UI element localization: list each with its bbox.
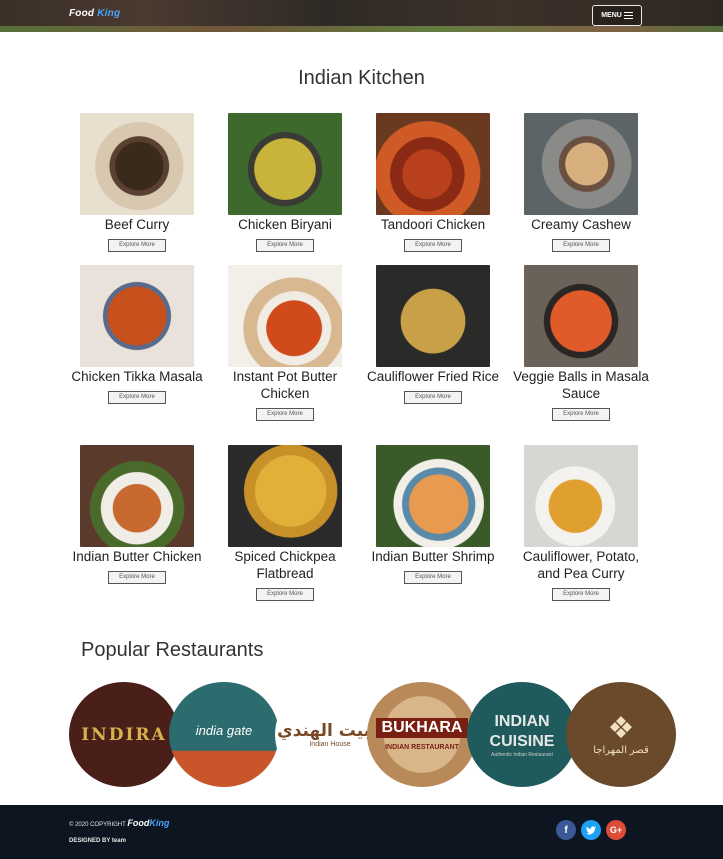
restaurant-logo-india-gate[interactable]: india gate <box>169 682 279 787</box>
dish-card: Chicken Biryani Explore More <box>215 113 355 252</box>
dish-card: Tandoori Chicken Explore More <box>363 113 503 252</box>
dish-photo[interactable] <box>80 265 194 367</box>
dish-card: Veggie Balls in Masala Sauce Explore Mor… <box>511 265 651 421</box>
dish-photo[interactable] <box>80 445 194 547</box>
logo-word-king: King <box>97 8 121 19</box>
dish-card: Beef Curry Explore More <box>67 113 207 252</box>
logo-word-food: Food <box>69 8 95 19</box>
restaurant-logo-text: INDIRA <box>81 724 167 745</box>
dish-name: Veggie Balls in Masala Sauce <box>513 369 649 401</box>
footer-brand-word2: King <box>149 818 170 828</box>
dish-photo[interactable] <box>524 113 638 215</box>
copyright-text: © 2020 COPYRIGHT FoodKing <box>69 818 169 828</box>
explore-more-button[interactable]: Explore More <box>256 239 314 252</box>
explore-more-button[interactable]: Explore More <box>404 391 462 404</box>
twitter-icon[interactable] <box>581 820 601 840</box>
restaurant-logo-maharaja-palace[interactable]: ❖ قصر المهراجا <box>566 682 676 787</box>
restaurant-logo-subtext: Authentic Indian Restaurant <box>491 751 553 758</box>
explore-more-button[interactable]: Explore More <box>552 239 610 252</box>
dish-photo[interactable] <box>376 113 490 215</box>
top-navbar: Food King MENU <box>0 0 723 32</box>
dish-photo[interactable] <box>524 265 638 367</box>
restaurant-logo-indira[interactable]: INDIRA <box>69 682 179 787</box>
dish-photo[interactable] <box>228 265 342 367</box>
facebook-icon[interactable]: f <box>556 820 576 840</box>
dish-photo[interactable] <box>228 445 342 547</box>
dish-card: Chicken Tikka Masala Explore More <box>67 265 207 404</box>
dish-photo[interactable] <box>376 445 490 547</box>
designed-by-text: DESIGNED BY team <box>69 838 126 844</box>
section-title-indian-kitchen: Indian Kitchen <box>298 67 425 89</box>
dish-card: Indian Butter Chicken Explore More <box>67 445 207 584</box>
explore-more-button[interactable]: Explore More <box>256 408 314 421</box>
dish-name: Tandoori Chicken <box>380 217 486 232</box>
dish-name: Creamy Cashew <box>531 217 631 232</box>
dish-photo[interactable] <box>524 445 638 547</box>
menu-button[interactable]: MENU <box>592 5 642 26</box>
dish-card: Indian Butter Shrimp Explore More <box>363 445 503 584</box>
explore-more-button[interactable]: Explore More <box>552 588 610 601</box>
section-title-popular-restaurants: Popular Restaurants <box>81 639 264 661</box>
explore-more-button[interactable]: Explore More <box>256 588 314 601</box>
explore-more-button[interactable]: Explore More <box>404 239 462 252</box>
explore-more-button[interactable]: Explore More <box>552 408 610 421</box>
google-plus-icon[interactable]: G+ <box>606 820 626 840</box>
footer-brand[interactable]: FoodKing <box>127 818 169 828</box>
restaurant-logo-text: BUKHARA <box>375 718 469 738</box>
dish-photo[interactable] <box>80 113 194 215</box>
dish-name: Cauliflower Fried Rice <box>366 369 500 384</box>
footer-brand-word1: Food <box>127 818 150 828</box>
dish-card: Cauliflower Fried Rice Explore More <box>363 265 503 404</box>
ornament-icon: ❖ <box>607 712 635 745</box>
site-logo[interactable]: Food King <box>69 8 120 19</box>
dish-name: Cauliflower, Potato, and Pea Curry <box>522 549 640 581</box>
restaurant-logo-bukhara[interactable]: BUKHARA INDIAN RESTAURANT <box>367 682 477 787</box>
dish-photo[interactable] <box>376 265 490 367</box>
dish-name: Chicken Biryani <box>238 217 332 232</box>
copyright-prefix: © 2020 COPYRIGHT <box>69 822 126 828</box>
dish-name: Beef Curry <box>104 217 170 232</box>
explore-more-button[interactable]: Explore More <box>404 571 462 584</box>
restaurant-logo-subtext: INDIAN RESTAURANT <box>385 744 459 751</box>
menu-label: MENU <box>601 12 622 19</box>
dish-card: Instant Pot Butter Chicken Explore More <box>215 265 355 421</box>
dish-name: Indian Butter Shrimp <box>371 549 495 564</box>
dish-name: Instant Pot Butter Chicken <box>232 369 338 401</box>
explore-more-button[interactable]: Explore More <box>108 391 166 404</box>
restaurant-logo-subtext: Indian House <box>309 741 351 748</box>
twitter-bird-shape <box>586 825 596 834</box>
dish-name: Chicken Tikka Masala <box>71 369 203 384</box>
dish-card: Spiced Chickpea Flatbread Explore More <box>215 445 355 601</box>
restaurant-logo-text: india gate <box>195 723 253 738</box>
restaurant-logo-indian-cuisine[interactable]: INDIAN CUISINE Authentic Indian Restaura… <box>467 682 577 787</box>
hamburger-icon <box>623 12 633 19</box>
dish-name: Spiced Chickpea Flatbread <box>234 549 336 581</box>
dish-card: Cauliflower, Potato, and Pea Curry Explo… <box>511 445 651 601</box>
restaurant-logo-text: قصر المهراجا <box>593 745 649 756</box>
explore-more-button[interactable]: Explore More <box>108 239 166 252</box>
dish-card: Creamy Cashew Explore More <box>511 113 651 252</box>
dish-photo[interactable] <box>228 113 342 215</box>
explore-more-button[interactable]: Explore More <box>108 571 166 584</box>
dish-name: Indian Butter Chicken <box>72 549 202 564</box>
restaurant-logo-text: INDIAN CUISINE <box>489 712 555 750</box>
